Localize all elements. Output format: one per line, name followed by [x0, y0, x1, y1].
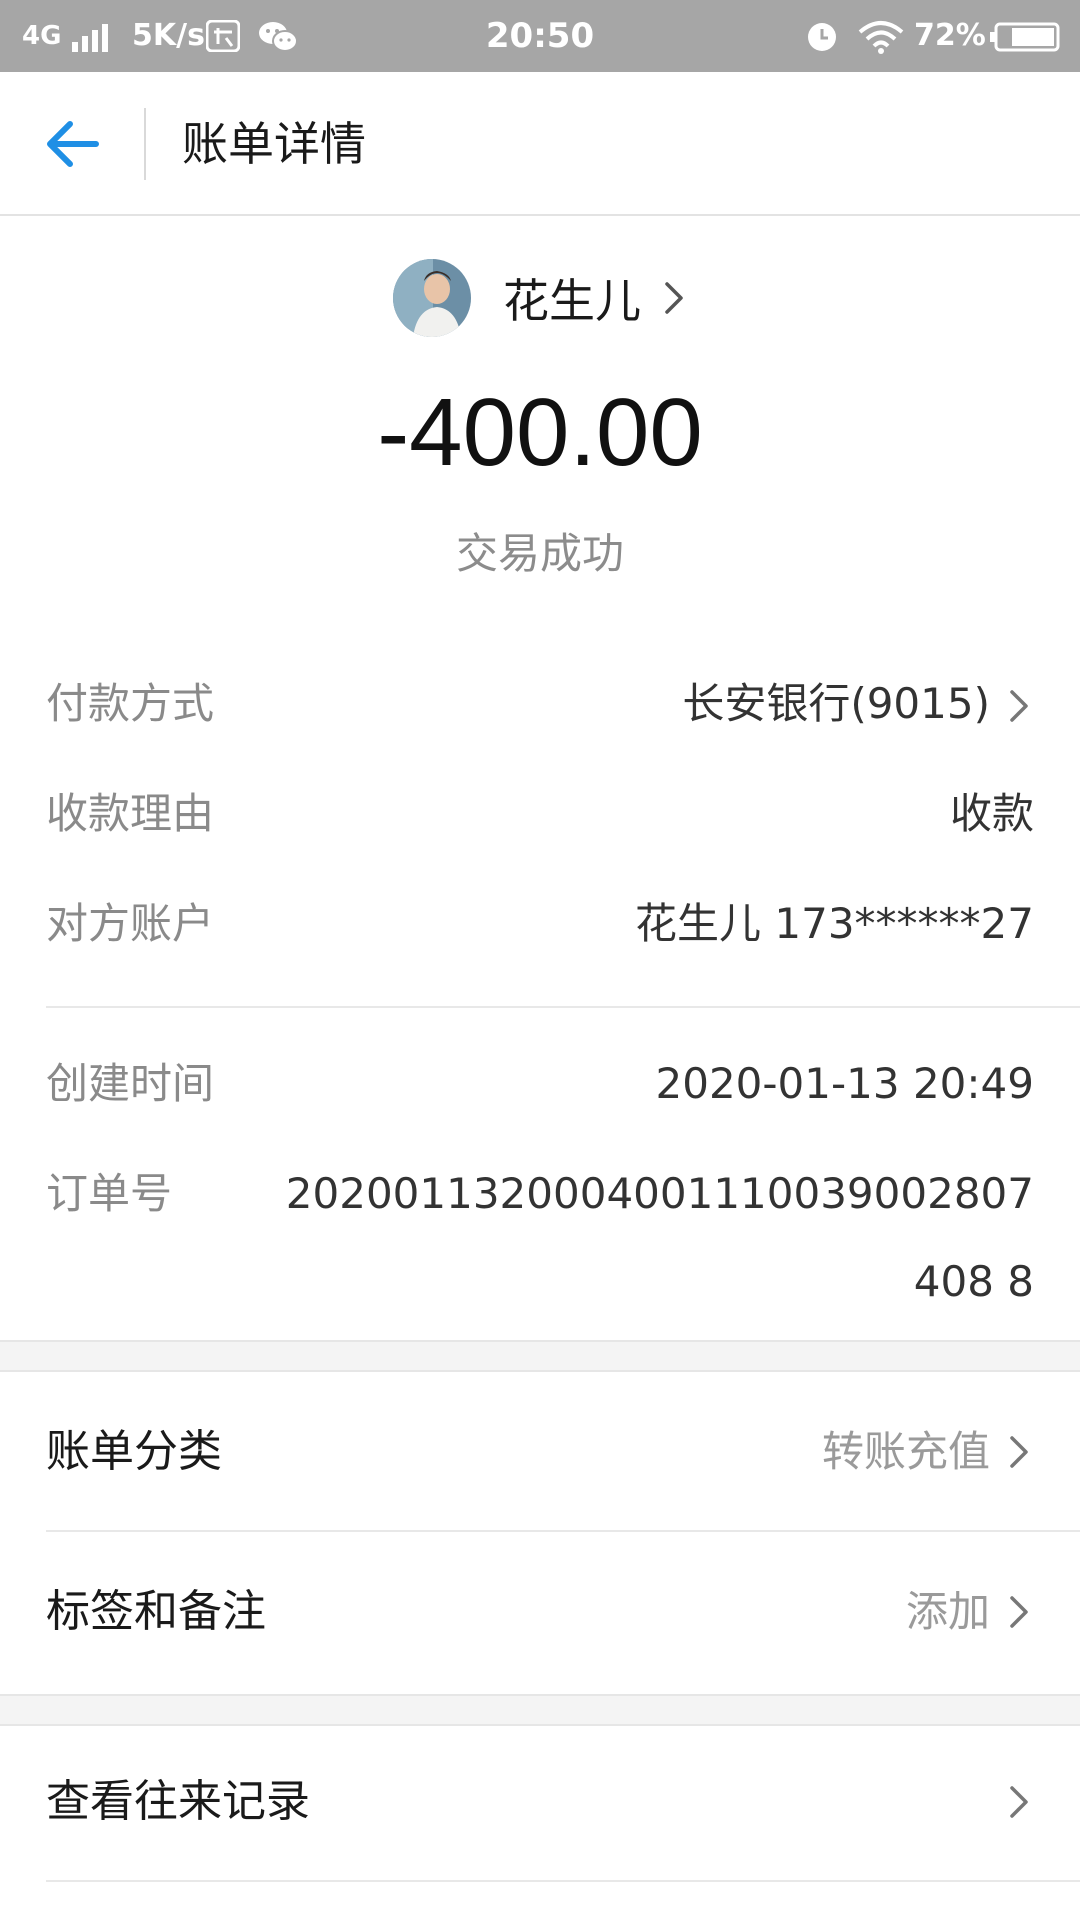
battery-icon — [990, 22, 1060, 52]
payee-link[interactable]: 花生儿 — [0, 258, 1080, 338]
section-separator — [0, 1694, 1080, 1726]
transaction-amount: -400.00 — [377, 379, 703, 486]
divider — [46, 1006, 1080, 1008]
divider — [46, 1530, 1080, 1532]
back-arrow-icon[interactable] — [40, 112, 104, 176]
reason-row: 收款理由 收款 — [46, 784, 1034, 844]
reason-value: 收款 — [949, 789, 1034, 838]
chevron-right-icon — [1010, 690, 1028, 722]
payment-method-label: 付款方式 — [46, 679, 215, 728]
alarm-icon — [808, 23, 836, 51]
chevron-right-icon — [1010, 1596, 1028, 1628]
transaction-status: 交易成功 — [455, 529, 624, 578]
chevron-right-icon — [665, 282, 683, 314]
battery-percent: 72% — [914, 18, 986, 53]
reason-label: 收款理由 — [46, 789, 215, 838]
counterparty-value: 花生儿 173******27 — [635, 899, 1034, 948]
bill-category-value: 转账充值 — [821, 1427, 990, 1476]
bill-category-label: 账单分类 — [46, 1426, 222, 1477]
status-bar: 4G 5K/s 20:50 72% — [0, 0, 1080, 72]
header-divider — [144, 108, 146, 180]
order-number-label: 订单号 — [46, 1169, 173, 1218]
page-title: 账单详情 — [182, 117, 366, 171]
tags-notes-label: 标签和备注 — [46, 1586, 266, 1637]
counterparty-row: 对方账户 花生儿 173******27 — [46, 894, 1034, 954]
payment-method-value: 长安银行(9015) — [682, 679, 990, 728]
transaction-history-item[interactable]: 查看往来记录 — [46, 1762, 1034, 1842]
divider — [46, 1880, 1080, 1882]
transaction-history-label: 查看往来记录 — [46, 1776, 310, 1827]
tags-notes-item[interactable]: 标签和备注 添加 — [46, 1572, 1034, 1652]
app-header: 账单详情 — [0, 72, 1080, 216]
chevron-right-icon — [1010, 1436, 1028, 1468]
bill-category-item[interactable]: 账单分类 转账充值 — [46, 1412, 1034, 1492]
tags-notes-value: 添加 — [905, 1587, 990, 1636]
avatar — [393, 259, 471, 337]
order-number-value: 2020011320004001110039002807408 8 — [285, 1169, 1034, 1306]
wifi-icon — [858, 21, 904, 54]
payee-name: 花生儿 — [503, 274, 641, 328]
created-time-row: 创建时间 2020-01-13 20:49 — [46, 1054, 1034, 1114]
created-time-label: 创建时间 — [46, 1059, 215, 1108]
counterparty-label: 对方账户 — [46, 899, 215, 948]
chevron-right-icon — [1010, 1786, 1028, 1818]
section-separator — [0, 1340, 1080, 1372]
order-number-row: 订单号 2020011320004001110039002807408 8 — [46, 1164, 1034, 1306]
created-time-value: 2020-01-13 20:49 — [655, 1059, 1034, 1108]
payment-method-row[interactable]: 付款方式 长安银行(9015) — [46, 674, 1034, 734]
